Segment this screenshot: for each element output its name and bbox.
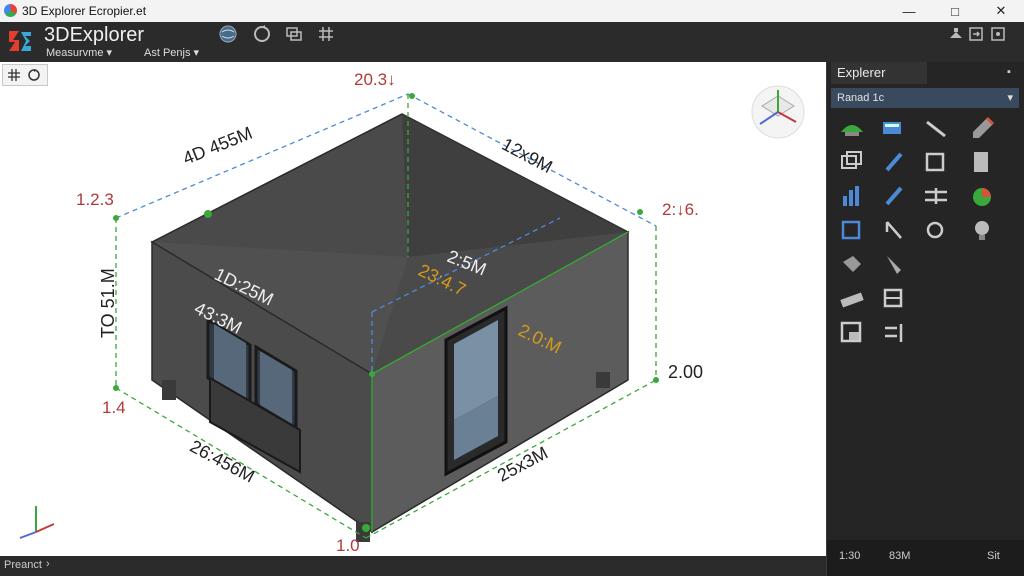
align-icon[interactable] [921,182,951,212]
copy-icon[interactable] [837,148,867,178]
minimize-button[interactable]: — [886,0,932,22]
panel-dropdown-value: Ranad 1c [837,92,885,104]
footer-scale: 1:30 [839,550,861,562]
status-bar: Preanct › [0,556,826,576]
chevron-down-icon: ▾ [1007,92,1013,104]
app-name: 3DExplorer [44,24,145,46]
pick-tool-icon[interactable] [967,114,997,144]
frame-icon[interactable] [837,216,867,246]
dim-label-left-top: 1.2.3 [76,190,114,209]
window-titlebar: 3D Explorer Ecropier.et — □ ✕ [0,0,1024,23]
menu-measure[interactable]: Measurvme ▾ [46,46,112,59]
dim-label-right: 2.00 [668,362,704,382]
menu-measure-label: Measurvme [46,47,104,59]
maximize-button[interactable]: □ [932,0,978,22]
tab-explorer[interactable]: Explerer [831,62,927,84]
window-title: 3D Explorer Ecropier.et [22,4,147,18]
save-layer-icon[interactable] [837,318,867,348]
close-button[interactable]: ✕ [978,0,1024,22]
app-logo-icon [6,27,34,55]
chevron-right-icon[interactable]: › [46,558,50,570]
tool-cut-icon[interactable] [948,26,964,42]
rotate-icon[interactable] [252,24,272,44]
grid-icon[interactable] [316,24,336,44]
cursor-icon[interactable] [879,216,909,246]
pin-icon[interactable] [879,250,909,280]
color-wheel-icon[interactable] [967,182,997,212]
globe-icon[interactable] [218,24,238,44]
chevron-down-icon: ▾ [193,47,200,59]
layout-icon[interactable] [879,284,909,314]
dim-label-top: 20.3↓ [354,70,396,89]
dimension-panel-icon[interactable] [879,114,909,144]
lightbulb-icon[interactable] [967,216,997,246]
app-window-icon [4,4,17,17]
settings-icon[interactable] [990,26,1006,42]
footer-unit: Sit [987,550,1000,562]
panel-filter-dropdown[interactable]: Ranad 1c ▾ [831,88,1019,108]
viewport-3d[interactable]: 20.3↓ 1.2.3 2:↓6. 1.4 1.0 2.00 4D 455M 1… [0,62,826,556]
axis-triad-gizmo [19,506,55,539]
document-icon[interactable] [967,148,997,178]
bar-chart-icon[interactable] [837,182,867,212]
pen-icon[interactable] [879,182,909,212]
dim-label-left-bottom: 1.4 [102,398,126,417]
circle-select-icon[interactable] [921,216,951,246]
layers-icon[interactable] [284,24,304,44]
status-text: Preanct [4,559,42,571]
paint-bucket-icon[interactable] [837,114,867,144]
panel-menu-icon[interactable]: ▪ [1007,66,1011,78]
explorer-panel: Explerer ▪ Ranad 1c ▾ 1:30 83M Sit [826,62,1024,576]
brush-icon[interactable] [879,148,909,178]
transform-icon[interactable] [879,318,909,348]
menu-panels-label: Ast Penjs [144,47,191,59]
ruler-icon[interactable] [837,284,867,314]
line-tool-icon[interactable] [921,114,951,144]
chevron-down-icon: ▾ [106,47,113,59]
dim-label-bottom: 1.0 [336,536,360,555]
crop-icon[interactable] [921,148,951,178]
footer-size: 83M [889,550,911,562]
app-toolbar: 3DExplorer Measurvme ▾ Ast Penjs ▾ [0,22,1024,62]
menu-panels[interactable]: Ast Penjs ▾ [144,46,199,59]
view-cube-gizmo [751,85,805,139]
dim-label-height: TO 51.M [98,268,118,338]
panel-footer: 1:30 83M Sit [827,540,1024,576]
export-icon[interactable] [968,26,984,42]
dim-label-right-top: 2:↓6. [662,200,699,219]
shape-icon[interactable] [837,250,867,280]
building-model [19,85,805,542]
